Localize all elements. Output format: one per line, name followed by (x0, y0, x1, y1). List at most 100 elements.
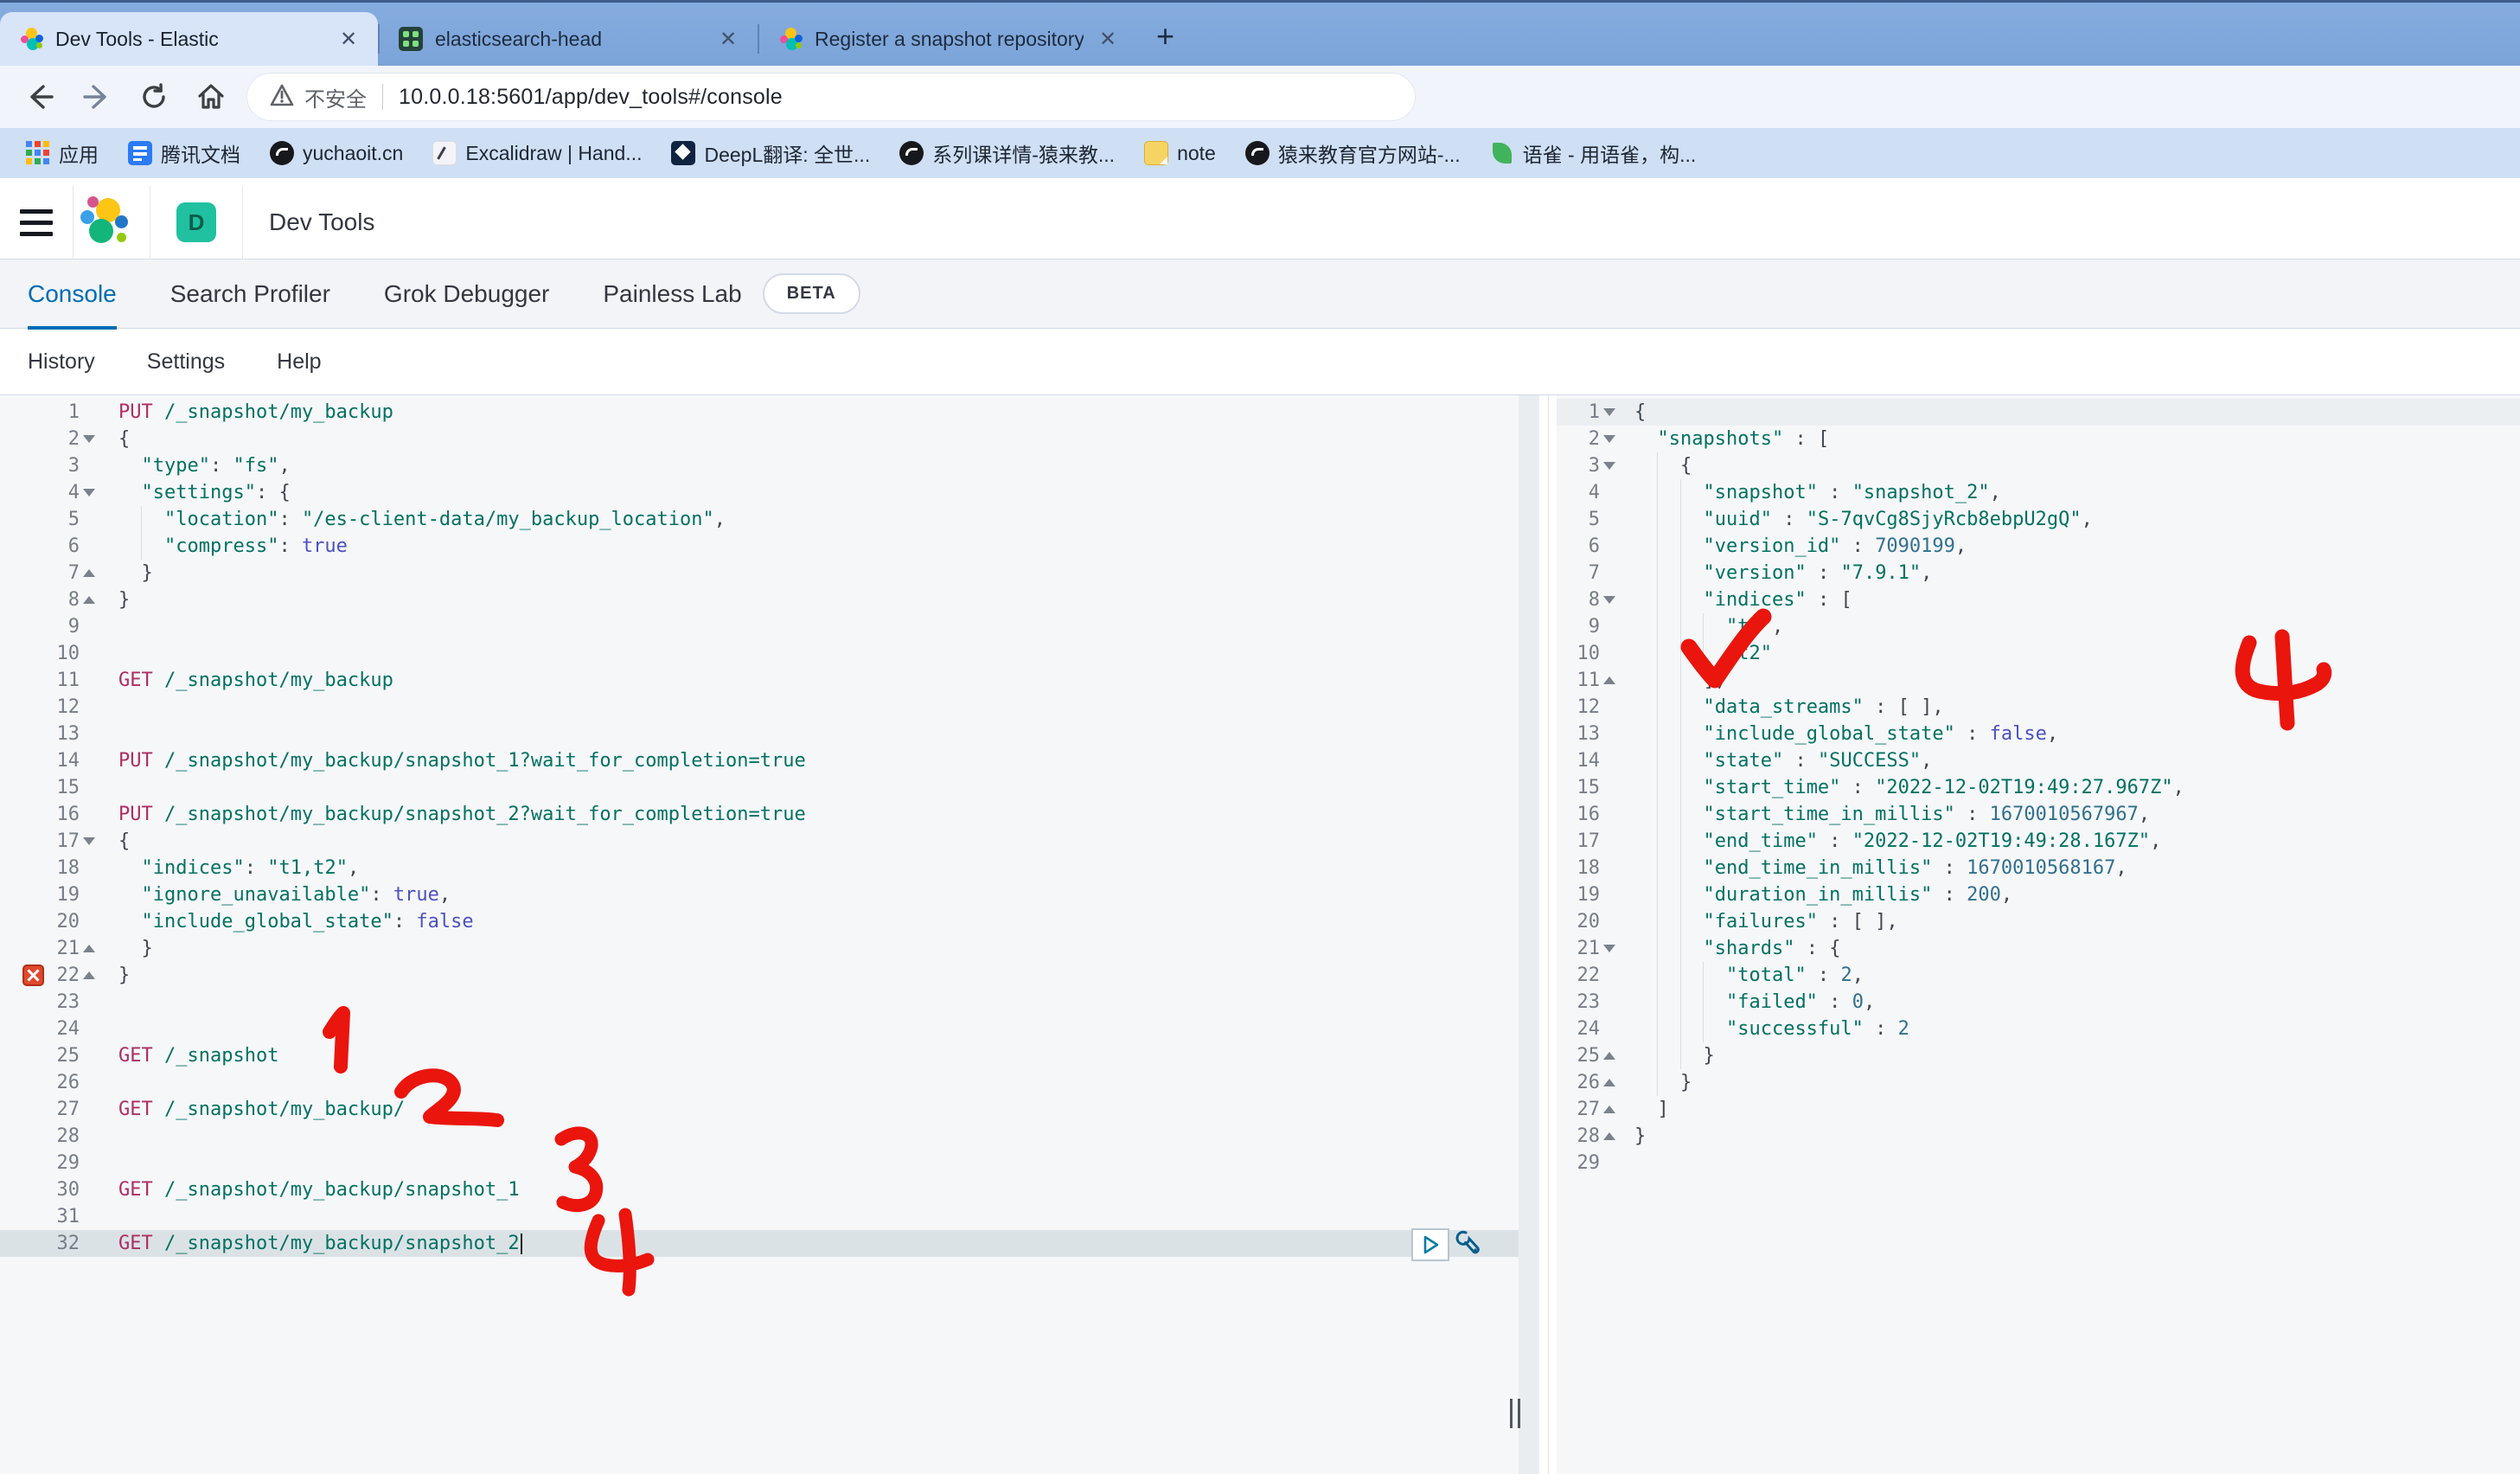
send-request-button[interactable] (1411, 1228, 1449, 1261)
home-button[interactable] (194, 80, 228, 114)
browser-tab[interactable]: Register a snapshot repository✕ (759, 12, 1137, 66)
fold-close-icon[interactable] (80, 971, 99, 979)
new-tab-button[interactable]: + (1156, 21, 1174, 52)
browser-tab[interactable]: elasticsearch-head✕ (380, 12, 758, 66)
menu-help[interactable]: Help (277, 349, 321, 375)
code-line-24[interactable]: 24 "successful" : 2 (1557, 1016, 2520, 1042)
code-line-23[interactable]: 23 (0, 989, 1519, 1016)
code-line-22[interactable]: 22 "total" : 2, (1557, 962, 2520, 989)
fold-close-icon[interactable] (1600, 1132, 1619, 1140)
code-line-18[interactable]: 18 "indices": "t1,t2", (0, 855, 1519, 881)
code-line-20[interactable]: 20 "include_global_state": false (0, 908, 1519, 935)
code-line-6[interactable]: 6 "compress": true (0, 533, 1519, 560)
bookmark-item[interactable]: DeepL翻译: 全世... (662, 138, 879, 168)
fold-open-icon[interactable] (80, 435, 99, 443)
code-line-4[interactable]: 4 "snapshot" : "snapshot_2", (1557, 479, 2520, 506)
fold-close-icon[interactable] (1600, 1106, 1619, 1113)
forward-button[interactable] (80, 80, 114, 114)
code-line-12[interactable]: 12 (0, 694, 1519, 721)
bookmark-item[interactable]: 猿来教育官方网站-... (1237, 138, 1469, 168)
code-line-16[interactable]: 16PUT /_snapshot/my_backup/snapshot_2?wa… (0, 801, 1519, 828)
code-line-19[interactable]: 19 "ignore_unavailable": true, (0, 881, 1519, 908)
wrench-icon[interactable] (1455, 1227, 1484, 1261)
code-line-5[interactable]: 5 "uuid" : "S-7qvCg8SjyRcb8ebpU2gQ", (1557, 506, 2520, 533)
code-line-14[interactable]: 14PUT /_snapshot/my_backup/snapshot_1?wa… (0, 747, 1519, 774)
code-line-10[interactable]: 10 (0, 640, 1519, 667)
code-line-11[interactable]: 11GET /_snapshot/my_backup (0, 667, 1519, 694)
code-line-25[interactable]: 25GET /_snapshot (0, 1042, 1519, 1069)
fold-close-icon[interactable] (80, 596, 99, 604)
code-line-9[interactable]: 9 "t1", (1557, 613, 2520, 640)
menu-hamburger-icon[interactable] (0, 209, 73, 236)
menu-history[interactable]: History (28, 349, 95, 375)
code-line-1[interactable]: 1PUT /_snapshot/my_backup (0, 399, 1519, 426)
code-line-9[interactable]: 9 (0, 613, 1519, 640)
splitter-drag-handle-icon[interactable] (1510, 1399, 1527, 1428)
bookmark-item[interactable]: Excalidraw | Hand... (424, 141, 650, 165)
code-line-31[interactable]: 31 (0, 1203, 1519, 1230)
code-line-26[interactable]: 26 } (1557, 1069, 2520, 1096)
url-omnibox[interactable]: 不安全 10.0.0.18:5601/app/dev_tools#/consol… (247, 74, 1415, 120)
code-line-3[interactable]: 3 "type": "fs", (0, 452, 1519, 479)
fold-open-icon[interactable] (1600, 408, 1619, 416)
security-warning-icon[interactable] (270, 84, 294, 111)
code-line-7[interactable]: 7 "version" : "7.9.1", (1557, 560, 2520, 586)
code-line-3[interactable]: 3 { (1557, 452, 2520, 479)
code-line-5[interactable]: 5 "location": "/es-client-data/my_backup… (0, 506, 1519, 533)
tab-console[interactable]: Console (28, 260, 117, 329)
elastic-logo-icon[interactable] (74, 196, 150, 248)
bookmark-item[interactable]: 腾讯文档 (119, 138, 249, 168)
code-line-24[interactable]: 24 (0, 1016, 1519, 1042)
code-line-13[interactable]: 13 "include_global_state" : false, (1557, 721, 2520, 747)
code-line-27[interactable]: 27 ] (1557, 1096, 2520, 1123)
bookmark-item[interactable]: 系列课详情-猿来教... (891, 138, 1123, 168)
tab-close-icon[interactable]: ✕ (716, 27, 740, 52)
code-line-12[interactable]: 12 "data_streams" : [ ], (1557, 694, 2520, 721)
back-button[interactable] (22, 80, 57, 114)
code-line-28[interactable]: 28} (1557, 1123, 2520, 1150)
code-line-20[interactable]: 20 "failures" : [ ], (1557, 908, 2520, 935)
code-line-6[interactable]: 6 "version_id" : 7090199, (1557, 533, 2520, 560)
code-line-22[interactable]: 22} (0, 962, 1519, 989)
bookmark-item[interactable]: note (1135, 141, 1225, 165)
fold-close-icon[interactable] (1600, 1052, 1619, 1060)
code-line-17[interactable]: 17{ (0, 828, 1519, 855)
code-line-29[interactable]: 29 (1557, 1150, 2520, 1176)
code-line-23[interactable]: 23 "failed" : 0, (1557, 989, 2520, 1016)
code-line-17[interactable]: 17 "end_time" : "2022-12-02T19:49:28.167… (1557, 828, 2520, 855)
code-line-27[interactable]: 27GET /_snapshot/my_backup/ (0, 1096, 1519, 1123)
editor-scrollbar[interactable] (1519, 395, 1539, 1474)
space-badge[interactable]: D (176, 202, 216, 242)
panel-splitter[interactable] (1548, 395, 1549, 1474)
code-line-2[interactable]: 2{ (0, 426, 1519, 452)
fold-close-icon[interactable] (80, 945, 99, 952)
fold-open-icon[interactable] (80, 837, 99, 845)
code-line-16[interactable]: 16 "start_time_in_millis" : 167001056796… (1557, 801, 2520, 828)
code-line-28[interactable]: 28 (0, 1123, 1519, 1150)
code-line-15[interactable]: 15 (0, 774, 1519, 801)
code-line-8[interactable]: 8} (0, 586, 1519, 613)
code-line-2[interactable]: 2 "snapshots" : [ (1557, 426, 2520, 452)
bookmark-item[interactable]: 应用 (17, 138, 107, 168)
code-line-11[interactable]: 11 ], (1557, 667, 2520, 694)
menu-settings[interactable]: Settings (147, 349, 225, 375)
tab-close-icon[interactable]: ✕ (336, 27, 361, 52)
code-line-4[interactable]: 4 "settings": { (0, 479, 1519, 506)
code-line-30[interactable]: 30GET /_snapshot/my_backup/snapshot_1 (0, 1176, 1519, 1203)
code-line-19[interactable]: 19 "duration_in_millis" : 200, (1557, 881, 2520, 908)
reload-button[interactable] (137, 80, 171, 114)
tab-close-icon[interactable]: ✕ (1096, 27, 1120, 52)
code-line-18[interactable]: 18 "end_time_in_millis" : 1670010568167, (1557, 855, 2520, 881)
code-line-25[interactable]: 25 } (1557, 1042, 2520, 1069)
code-line-21[interactable]: 21 "shards" : { (1557, 935, 2520, 962)
browser-tab[interactable]: Dev Tools - Elastic✕ (0, 12, 378, 66)
fold-open-icon[interactable] (80, 489, 99, 497)
code-line-15[interactable]: 15 "start_time" : "2022-12-02T19:49:27.9… (1557, 774, 2520, 801)
code-line-7[interactable]: 7 } (0, 560, 1519, 586)
fold-close-icon[interactable] (80, 569, 99, 577)
code-line-8[interactable]: 8 "indices" : [ (1557, 586, 2520, 613)
request-editor[interactable]: 1PUT /_snapshot/my_backup2{3 "type": "fs… (0, 395, 1519, 1474)
code-line-13[interactable]: 13 (0, 721, 1519, 747)
bookmark-item[interactable]: yuchaoit.cn (261, 141, 412, 165)
fold-open-icon[interactable] (1600, 596, 1619, 604)
